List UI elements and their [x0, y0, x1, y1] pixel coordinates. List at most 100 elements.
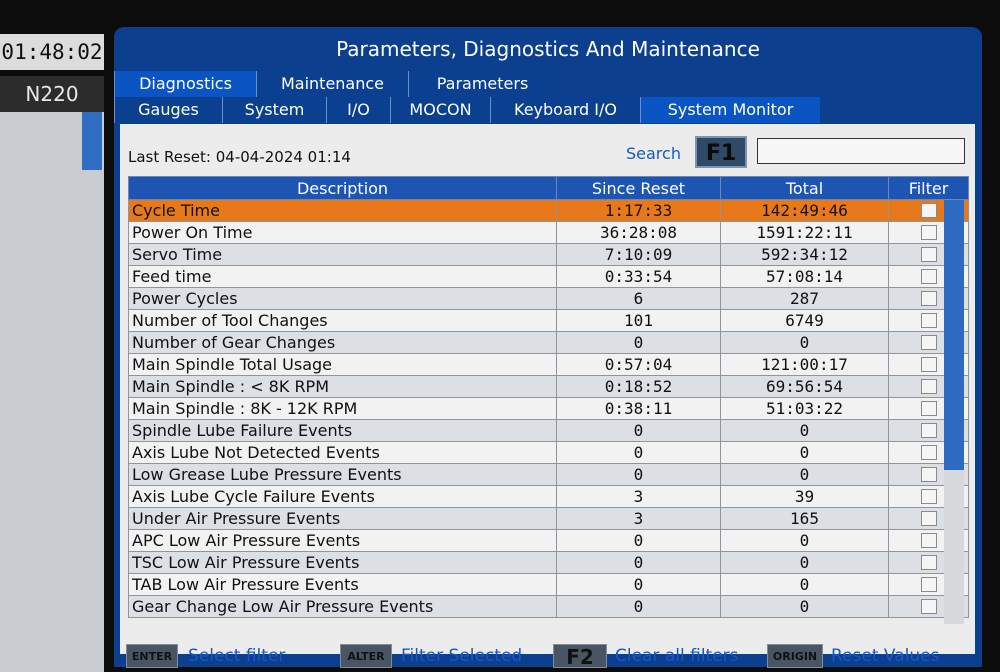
- table-row[interactable]: Under Air Pressure Events 3 165: [128, 507, 969, 530]
- filter-checkbox[interactable]: [920, 291, 937, 306]
- filter-checkbox[interactable]: [920, 445, 937, 460]
- row-total: 0: [720, 551, 889, 574]
- row-total: 165: [720, 507, 889, 530]
- filter-checkbox[interactable]: [920, 511, 937, 526]
- row-description: Number of Gear Changes: [128, 331, 557, 354]
- left-panel: [0, 112, 104, 672]
- row-total: 0: [720, 529, 889, 552]
- row-since-reset: 6: [556, 287, 721, 310]
- table-body: Cycle Time 1:17:33 142:49:46 Power On Time 3…: [128, 199, 969, 618]
- filter-checkbox[interactable]: [920, 489, 937, 504]
- system-monitor-panel: Last Reset: 04-04-2024 01:14 Search F1 D…: [120, 124, 975, 654]
- row-description: APC Low Air Pressure Events: [128, 529, 557, 552]
- row-total: 0: [720, 595, 889, 618]
- table-scrollbar-thumb[interactable]: [944, 200, 964, 470]
- tab-maintenance[interactable]: Maintenance: [256, 71, 408, 97]
- filter-checkbox[interactable]: [920, 401, 937, 416]
- row-description: Main Spindle : 8K - 12K RPM: [128, 397, 557, 420]
- table-row[interactable]: Servo Time 7:10:09 592:34:12: [128, 243, 969, 266]
- row-total: 287: [720, 287, 889, 310]
- table-row[interactable]: TSC Low Air Pressure Events 0 0: [128, 551, 969, 574]
- filter-checkbox[interactable]: [920, 357, 937, 372]
- tab-system-monitor[interactable]: System Monitor: [640, 97, 820, 123]
- table-row[interactable]: Number of Gear Changes 0 0: [128, 331, 969, 354]
- row-description: Main Spindle Total Usage: [128, 353, 557, 376]
- hint-reset-values: Reset Values: [831, 646, 940, 666]
- row-total: 0: [720, 441, 889, 464]
- table-row[interactable]: Main Spindle : 8K - 12K RPM 0:38:11 51:03:…: [128, 397, 969, 420]
- f1-key-icon[interactable]: F1: [695, 136, 747, 168]
- table-row[interactable]: Axis Lube Not Detected Events 0 0: [128, 441, 969, 464]
- row-total: 0: [720, 573, 889, 596]
- f2-key-icon[interactable]: F2: [553, 644, 607, 669]
- row-since-reset: 0: [556, 419, 721, 442]
- table-row[interactable]: Feed time 0:33:54 57:08:14: [128, 265, 969, 288]
- filter-checkbox[interactable]: [920, 247, 937, 262]
- table-row[interactable]: Low Grease Lube Pressure Events 0 0: [128, 463, 969, 486]
- table-row[interactable]: APC Low Air Pressure Events 0 0: [128, 529, 969, 552]
- table-row[interactable]: Spindle Lube Failure Events 0 0: [128, 419, 969, 442]
- filter-checkbox[interactable]: [920, 467, 937, 482]
- tab-io[interactable]: I/O: [326, 97, 390, 123]
- filter-checkbox[interactable]: [920, 555, 937, 570]
- tab-parameters[interactable]: Parameters: [408, 71, 556, 97]
- row-since-reset: 0:33:54: [556, 265, 721, 288]
- table-row[interactable]: TAB Low Air Pressure Events 0 0: [128, 573, 969, 596]
- enter-key-icon[interactable]: ENTER: [126, 644, 178, 668]
- row-since-reset: 0: [556, 441, 721, 464]
- row-description: Power Cycles: [128, 287, 557, 310]
- row-since-reset: 0: [556, 551, 721, 574]
- last-reset-text: Last Reset: 04-04-2024 01:14: [128, 148, 351, 166]
- row-total: 39: [720, 485, 889, 508]
- origin-key-icon[interactable]: ORIGIN: [767, 644, 823, 668]
- table-row[interactable]: Main Spindle : < 8K RPM 0:18:52 69:56:54: [128, 375, 969, 398]
- filter-checkbox[interactable]: [920, 533, 937, 548]
- row-description: Number of Tool Changes: [128, 309, 557, 332]
- table-row[interactable]: Power Cycles 6 287: [128, 287, 969, 310]
- tab-mocon[interactable]: MOCON: [390, 97, 490, 123]
- row-since-reset: 3: [556, 485, 721, 508]
- row-since-reset: 1:17:33: [556, 199, 721, 222]
- table-row[interactable]: Main Spindle Total Usage 0:57:04 121:00:17: [128, 353, 969, 376]
- filter-checkbox[interactable]: [920, 599, 937, 614]
- row-total: 121:00:17: [720, 353, 889, 376]
- main-tab-row: Diagnostics Maintenance Parameters: [114, 71, 556, 97]
- header-filter: Filter: [888, 176, 969, 200]
- row-description: Axis Lube Cycle Failure Events: [128, 485, 557, 508]
- tab-gauges[interactable]: Gauges: [114, 97, 222, 123]
- row-description: TSC Low Air Pressure Events: [128, 551, 557, 574]
- tab-keyboard-io[interactable]: Keyboard I/O: [490, 97, 640, 123]
- left-scrollbar[interactable]: [82, 112, 102, 170]
- row-total: 592:34:12: [720, 243, 889, 266]
- search-input[interactable]: [757, 138, 965, 164]
- filter-checkbox[interactable]: [920, 335, 937, 350]
- filter-checkbox[interactable]: [920, 379, 937, 394]
- row-total: 51:03:22: [720, 397, 889, 420]
- row-description: Gear Change Low Air Pressure Events: [128, 595, 557, 618]
- row-description: Power On Time: [128, 221, 557, 244]
- filter-checkbox[interactable]: [920, 577, 937, 592]
- table-row[interactable]: Number of Tool Changes 101 6749: [128, 309, 969, 332]
- table-row[interactable]: Axis Lube Cycle Failure Events 3 39: [128, 485, 969, 508]
- table-row[interactable]: Power On Time 36:28:08 1591:22:11: [128, 221, 969, 244]
- row-total: 1591:22:11: [720, 221, 889, 244]
- filter-checkbox[interactable]: [920, 203, 937, 218]
- tab-diagnostics[interactable]: Diagnostics: [114, 71, 256, 97]
- table-row[interactable]: Cycle Time 1:17:33 142:49:46: [128, 199, 969, 222]
- filter-checkbox[interactable]: [920, 269, 937, 284]
- filter-checkbox[interactable]: [920, 225, 937, 240]
- table-row[interactable]: Gear Change Low Air Pressure Events 0 0: [128, 595, 969, 618]
- row-since-reset: 0:18:52: [556, 375, 721, 398]
- filter-checkbox[interactable]: [920, 313, 937, 328]
- tab-system[interactable]: System: [222, 97, 326, 123]
- alter-key-icon[interactable]: ALTER: [340, 644, 392, 668]
- clock-display: 01:48:02: [0, 34, 104, 70]
- filter-checkbox[interactable]: [920, 423, 937, 438]
- row-description: Feed time: [128, 265, 557, 288]
- main-window: Parameters, Diagnostics And Maintenance …: [114, 27, 982, 667]
- row-since-reset: 0:38:11: [556, 397, 721, 420]
- row-description: Axis Lube Not Detected Events: [128, 441, 557, 464]
- row-since-reset: 7:10:09: [556, 243, 721, 266]
- row-since-reset: 36:28:08: [556, 221, 721, 244]
- row-since-reset: 0: [556, 463, 721, 486]
